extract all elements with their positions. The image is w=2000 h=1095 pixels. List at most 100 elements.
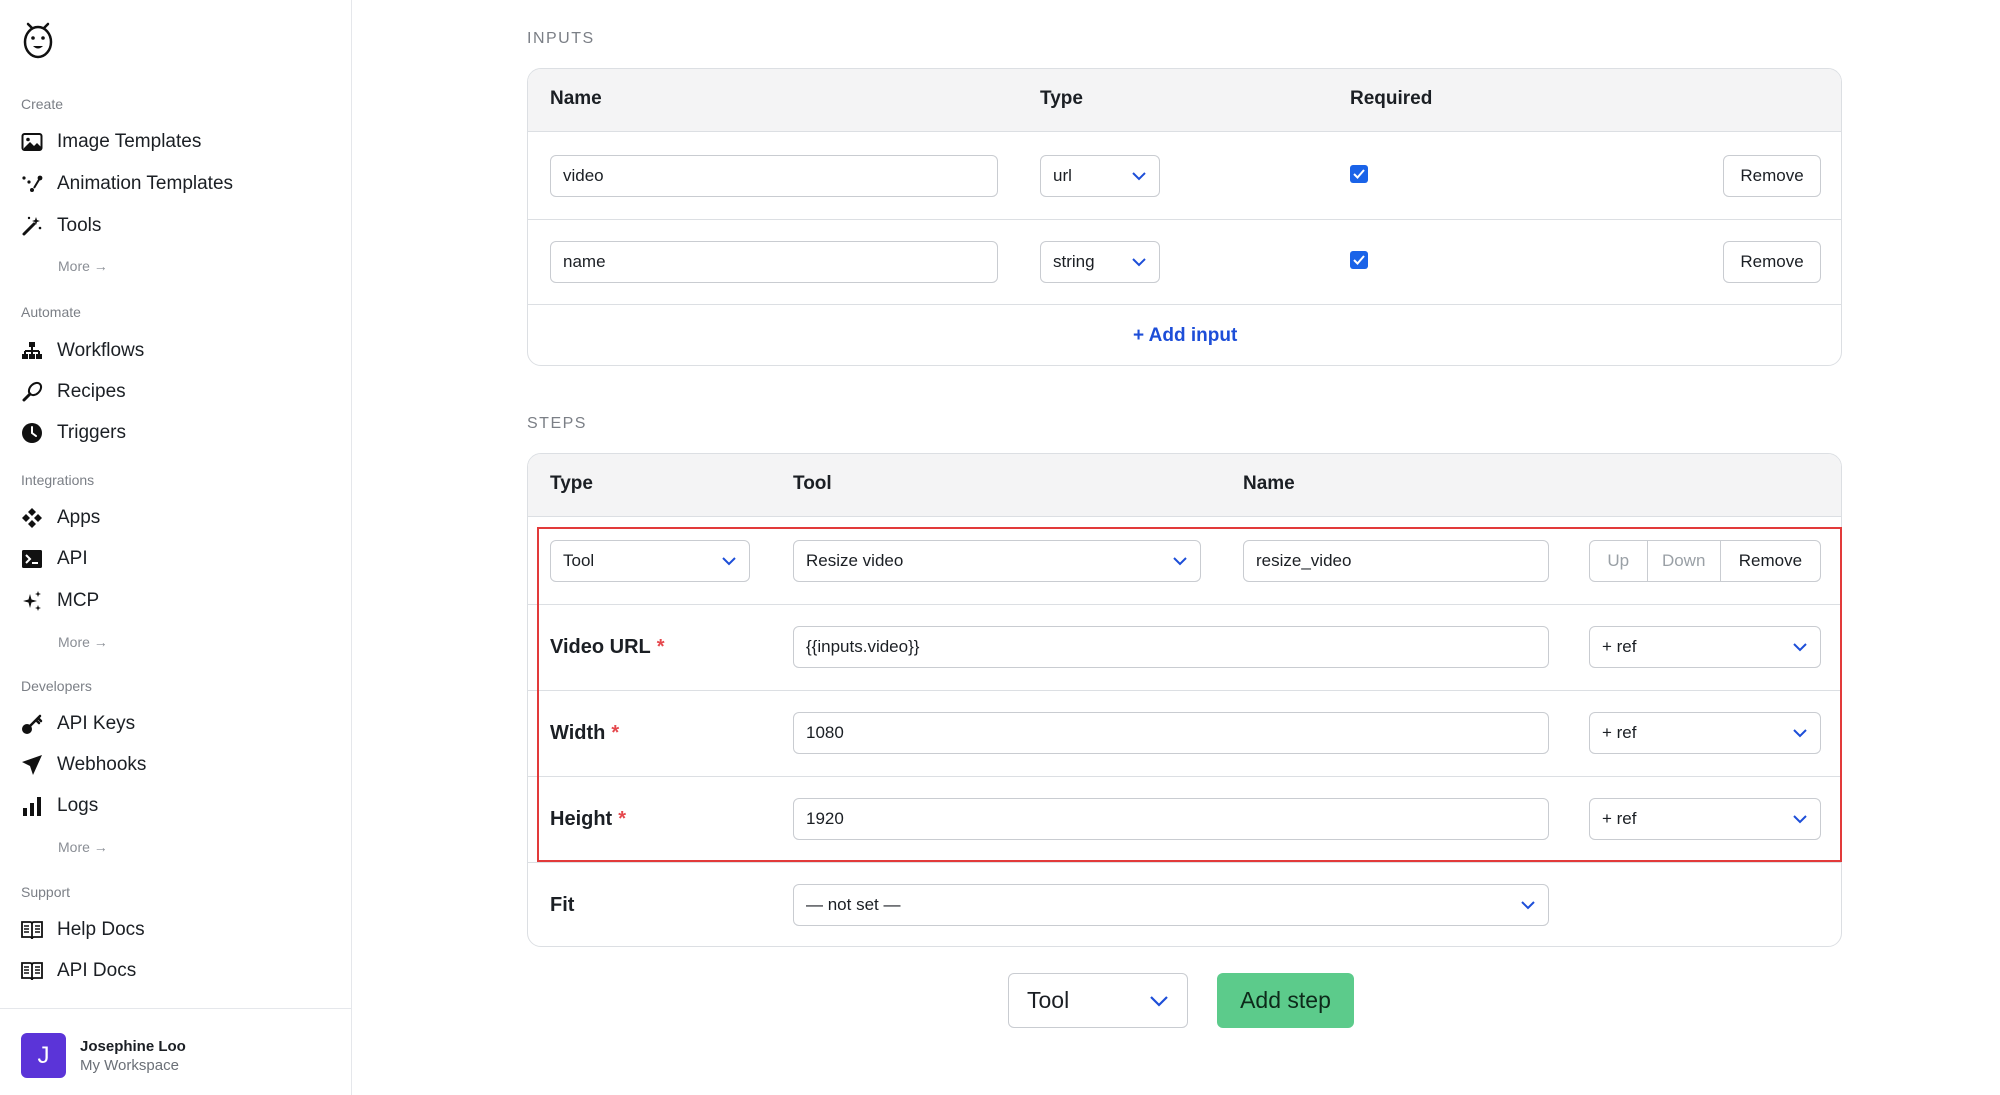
animation-icon	[21, 173, 43, 195]
remove-step-button[interactable]: Remove	[1721, 541, 1820, 581]
remove-input-button[interactable]: Remove	[1723, 241, 1821, 283]
sidebar-item-webhooks[interactable]: Webhooks	[21, 749, 146, 781]
section-integrations: Integrations	[21, 472, 95, 488]
sidebar-item-animation-templates[interactable]: Animation Templates	[21, 168, 233, 200]
chevron-down-icon	[722, 557, 736, 566]
developers-more-link[interactable]: More →	[58, 839, 108, 855]
add-input-link[interactable]: + Add input	[1133, 325, 1237, 347]
sidebar-item-apps[interactable]: Apps	[21, 502, 100, 534]
section-developers: Developers	[21, 678, 92, 694]
section-create: Create	[21, 96, 64, 112]
required-checkbox[interactable]	[1350, 251, 1368, 269]
ref-select[interactable]: + ref	[1589, 712, 1821, 754]
select-value: Resize video	[806, 551, 904, 570]
input-name-field[interactable]: video	[550, 155, 998, 197]
required-marker: *	[618, 808, 627, 830]
step-type-select[interactable]: Tool	[550, 540, 750, 582]
row-divider	[528, 776, 1841, 777]
section-automate: Automate	[21, 304, 81, 320]
sidebar-item-label: Help Docs	[57, 919, 145, 940]
input-type-select[interactable]: string	[1040, 241, 1160, 283]
book-icon	[21, 919, 43, 941]
required-marker: *	[656, 636, 665, 658]
param-width-field[interactable]: 1080	[793, 712, 1549, 754]
sidebar-item-label: Logs	[57, 795, 99, 816]
column-header-name: Name	[550, 88, 602, 109]
steps-section-title: STEPS	[527, 415, 587, 432]
remove-input-button[interactable]: Remove	[1723, 155, 1821, 197]
create-more-link[interactable]: More →	[58, 258, 108, 274]
move-up-button[interactable]: Up	[1590, 541, 1648, 581]
new-step-type-select[interactable]: Tool	[1008, 973, 1188, 1028]
app-logo[interactable]	[20, 18, 56, 60]
send-icon	[21, 754, 43, 776]
move-down-button[interactable]: Down	[1648, 541, 1721, 581]
terminal-icon	[21, 548, 43, 570]
sidebar-item-label: Tools	[57, 215, 102, 236]
required-marker: *	[611, 722, 620, 744]
integrations-more-link[interactable]: More →	[58, 634, 108, 650]
sidebar-item-label: Webhooks	[57, 754, 147, 775]
select-value: url	[1053, 166, 1072, 185]
sidebar-item-label: Apps	[57, 507, 101, 528]
chevron-down-icon	[1132, 172, 1146, 181]
sidebar-item-logs[interactable]: Logs	[21, 790, 98, 822]
param-height-field[interactable]: 1920	[793, 798, 1549, 840]
input-type-select[interactable]: url	[1040, 155, 1160, 197]
sidebar-item-label: Recipes	[57, 381, 126, 402]
param-label-height: Height *	[550, 808, 627, 830]
sidebar-item-label: API	[57, 548, 88, 569]
sidebar-item-label: API Keys	[57, 713, 136, 734]
param-video-url-field[interactable]: {{inputs.video}}	[793, 626, 1549, 668]
sidebar-item-workflows[interactable]: Workflows	[21, 335, 144, 367]
sidebar-item-triggers[interactable]: Triggers	[21, 417, 126, 449]
step-tool-select[interactable]: Resize video	[793, 540, 1201, 582]
sidebar-item-api-docs[interactable]: API Docs	[21, 955, 136, 987]
row-divider	[528, 690, 1841, 691]
param-label-video-url: Video URL *	[550, 636, 665, 658]
select-value: Tool	[1027, 987, 1070, 1013]
row-divider	[528, 304, 1841, 305]
steps-table: Type Tool Name Tool Resize video resize_…	[527, 453, 1842, 947]
sidebar-item-image-templates[interactable]: Image Templates	[21, 126, 201, 158]
chevron-down-icon	[1793, 815, 1807, 824]
row-divider	[528, 219, 1841, 220]
step-name-field[interactable]: resize_video	[1243, 540, 1549, 582]
magic-wand-icon	[21, 215, 43, 237]
sidebar-item-label: API Docs	[57, 960, 137, 981]
param-fit-select[interactable]: — not set —	[793, 884, 1549, 926]
column-header-type: Type	[550, 473, 593, 494]
select-value: + ref	[1602, 637, 1637, 656]
sidebar-item-api-keys[interactable]: API Keys	[21, 708, 135, 740]
row-divider	[528, 862, 1841, 863]
workflow-icon	[21, 340, 43, 362]
column-header-name: Name	[1243, 473, 1295, 494]
sidebar-item-help-docs[interactable]: Help Docs	[21, 914, 145, 946]
input-name-field[interactable]: name	[550, 241, 998, 283]
step-actions: Up Down Remove	[1589, 540, 1821, 582]
sidebar-item-tools[interactable]: Tools	[21, 210, 101, 242]
sidebar-item-mcp[interactable]: MCP	[21, 585, 99, 617]
ref-select[interactable]: + ref	[1589, 626, 1821, 668]
inputs-table: Name Type Required video url Remove name…	[527, 68, 1842, 366]
chevron-down-icon	[1521, 901, 1535, 910]
sidebar-item-api[interactable]: API	[21, 543, 88, 575]
workspace-name: My Workspace	[80, 1057, 179, 1074]
chevron-down-icon	[1132, 258, 1146, 267]
param-label-fit: Fit	[550, 894, 575, 916]
clock-icon	[21, 422, 43, 444]
select-value: — not set —	[806, 895, 901, 914]
row-divider	[528, 604, 1841, 605]
whisk-icon	[21, 381, 43, 403]
check-icon	[1353, 169, 1365, 179]
avatar[interactable]: J	[21, 1033, 66, 1078]
ref-select[interactable]: + ref	[1589, 798, 1821, 840]
add-step-button[interactable]: Add step	[1217, 973, 1354, 1028]
sidebar-item-recipes[interactable]: Recipes	[21, 376, 126, 408]
sparkles-icon	[21, 590, 43, 612]
apps-icon	[21, 507, 43, 529]
required-checkbox[interactable]	[1350, 165, 1368, 183]
sidebar-item-label: MCP	[57, 590, 100, 611]
image-icon	[21, 131, 43, 153]
check-icon	[1353, 255, 1365, 265]
